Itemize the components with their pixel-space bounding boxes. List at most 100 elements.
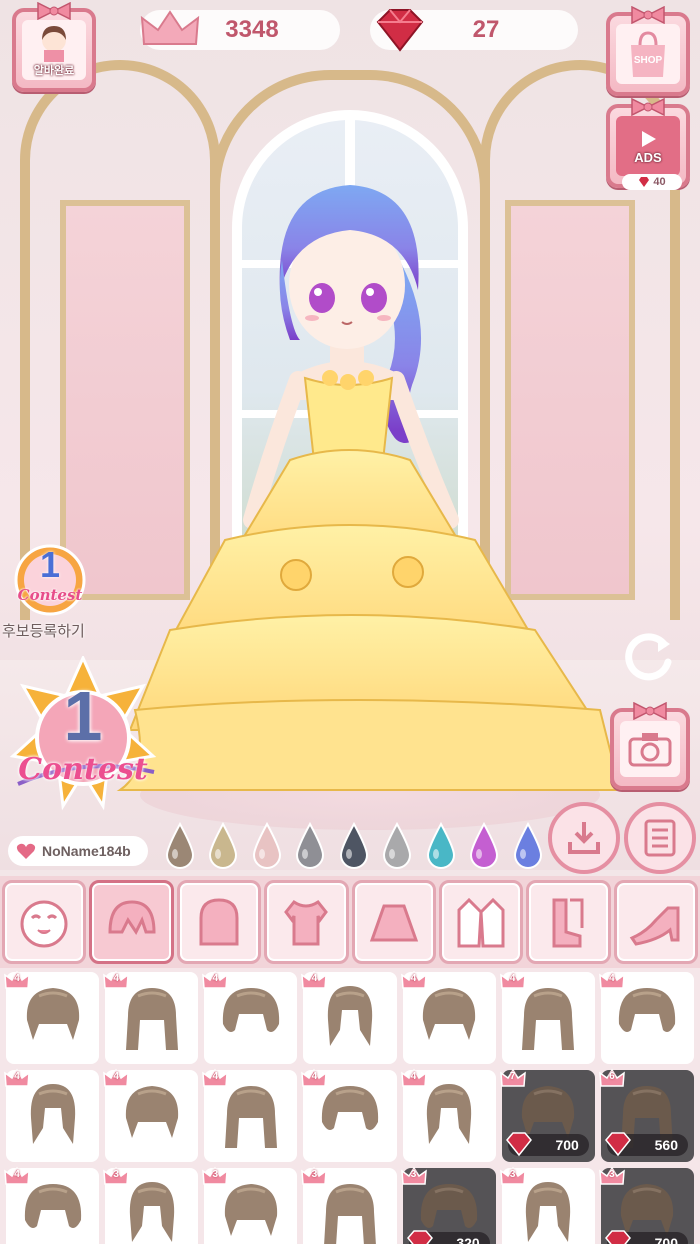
hair-item[interactable]: 4 bbox=[103, 970, 199, 1064]
ads-reward: 40 bbox=[622, 174, 682, 190]
hair-item[interactable]: 7 700 bbox=[499, 1068, 595, 1162]
tab-jacket[interactable] bbox=[438, 880, 524, 964]
camera-icon bbox=[628, 733, 672, 767]
level-badge: 3 bbox=[400, 1166, 427, 1186]
hair-item[interactable]: 3 bbox=[499, 1166, 595, 1244]
tab-socks[interactable] bbox=[526, 880, 611, 964]
level-badge: 4 bbox=[301, 1068, 328, 1088]
level-badge: 3 bbox=[103, 1166, 130, 1186]
hair-item[interactable]: 4 bbox=[202, 970, 298, 1064]
contest-main-badge[interactable]: 1 Contest bbox=[8, 654, 158, 816]
bangs-icon bbox=[108, 900, 156, 935]
watch-ads-button[interactable]: ADS 40 bbox=[606, 98, 690, 190]
bow-icon bbox=[37, 2, 71, 20]
level-number: 3 bbox=[311, 1169, 318, 1180]
camera-button[interactable] bbox=[610, 702, 690, 790]
ads-caption: ADS bbox=[634, 149, 662, 165]
profile-caption: 알바완료 bbox=[33, 65, 75, 77]
color-swatch[interactable] bbox=[376, 814, 420, 870]
level-number: 3 bbox=[410, 1169, 417, 1180]
price-tag: 560 bbox=[604, 1132, 688, 1157]
level-badge: 4 bbox=[598, 970, 625, 990]
hair-item[interactable]: 3 320 bbox=[400, 1166, 496, 1244]
level-badge: 4 bbox=[499, 970, 526, 990]
hair-item[interactable]: 3 700 bbox=[598, 1166, 694, 1244]
hair-item[interactable]: 3 bbox=[301, 1166, 397, 1244]
bow-icon bbox=[631, 98, 665, 116]
hair-style-icon bbox=[129, 1182, 174, 1242]
color-swatch[interactable] bbox=[289, 814, 333, 870]
category-tabs bbox=[0, 876, 700, 968]
reset-button[interactable] bbox=[618, 624, 682, 688]
tab-shoes[interactable] bbox=[613, 880, 698, 964]
level-number: 6 bbox=[609, 1071, 615, 1082]
gem-icon bbox=[406, 1230, 433, 1244]
color-swatch[interactable] bbox=[419, 814, 463, 870]
hair-item[interactable]: 6 560 bbox=[598, 1068, 694, 1162]
hair-item[interactable]: 3 bbox=[202, 1166, 298, 1244]
color-swatch[interactable] bbox=[245, 814, 289, 870]
level-number: 4 bbox=[14, 973, 20, 984]
level-badge: 4 bbox=[400, 970, 427, 990]
contest-register-label[interactable]: 후보등록하기 bbox=[2, 620, 85, 641]
color-swatch[interactable] bbox=[158, 814, 202, 870]
color-swatch[interactable] bbox=[463, 814, 507, 870]
girl-avatar-icon bbox=[42, 26, 66, 62]
price-amount: 560 bbox=[654, 1137, 678, 1153]
droplet-icon bbox=[383, 822, 412, 869]
download-icon bbox=[568, 822, 600, 854]
hair-item[interactable]: 4 bbox=[301, 970, 397, 1064]
hair-item[interactable]: 4 bbox=[301, 1068, 397, 1162]
player-name-tag: NoName184b bbox=[8, 836, 148, 866]
hair-item[interactable]: 4 bbox=[400, 970, 496, 1064]
hair-item[interactable]: 4 bbox=[4, 1068, 100, 1162]
contest-big-word: Contest bbox=[18, 752, 148, 787]
arched-window bbox=[232, 110, 468, 670]
price-tag: 700 bbox=[604, 1230, 688, 1244]
crown-count: 3348 bbox=[225, 16, 279, 43]
color-swatch[interactable] bbox=[506, 814, 550, 870]
color-swatch[interactable] bbox=[202, 814, 246, 870]
tab-long-hair[interactable] bbox=[176, 880, 262, 964]
gem-counter: 27 bbox=[370, 9, 578, 52]
tab-top[interactable] bbox=[264, 880, 349, 964]
hair-color-swatches bbox=[158, 814, 550, 870]
hair-item[interactable]: 4 bbox=[598, 970, 694, 1064]
level-badge: 4 bbox=[301, 970, 328, 990]
menu-button[interactable] bbox=[624, 802, 696, 874]
hair-item[interactable]: 3 bbox=[103, 1166, 199, 1244]
contest-big-rank: 1 bbox=[63, 677, 103, 755]
color-swatch[interactable] bbox=[332, 814, 376, 870]
hair-item[interactable]: 4 bbox=[4, 1166, 100, 1244]
hair-item[interactable]: 4 bbox=[400, 1068, 496, 1162]
hair-item[interactable]: 4 bbox=[202, 1068, 298, 1162]
hair-style-icon bbox=[24, 1184, 81, 1228]
socks-icon bbox=[552, 898, 584, 948]
profile-button[interactable]: 알바완료 bbox=[12, 2, 96, 92]
hair-item[interactable]: 4 bbox=[4, 970, 100, 1064]
tab-skirt[interactable] bbox=[351, 880, 436, 964]
tab-bangs[interactable] bbox=[89, 880, 174, 964]
level-badge: 3 bbox=[598, 1166, 625, 1186]
price-amount: 700 bbox=[654, 1235, 678, 1244]
hair-style-icon bbox=[321, 1086, 379, 1130]
contest-register-badge[interactable]: 1 Contest bbox=[8, 540, 92, 620]
level-number: 4 bbox=[113, 973, 119, 984]
shop-caption: SHOP bbox=[634, 55, 663, 66]
level-badge: 4 bbox=[202, 970, 229, 990]
hair-item[interactable]: 4 bbox=[499, 970, 595, 1064]
gem-icon bbox=[376, 9, 424, 52]
ads-reward-amount: 40 bbox=[653, 176, 666, 188]
level-number: 3 bbox=[509, 1169, 516, 1180]
tab-face[interactable] bbox=[2, 880, 87, 964]
crown-icon bbox=[140, 10, 200, 45]
hair-item[interactable]: 4 bbox=[103, 1068, 199, 1162]
price-tag: 320 bbox=[406, 1230, 490, 1244]
contest-small-word: Contest bbox=[17, 586, 83, 604]
bow-icon bbox=[633, 702, 667, 720]
gem-icon bbox=[604, 1132, 631, 1157]
level-number: 4 bbox=[410, 1071, 417, 1082]
save-button[interactable] bbox=[548, 802, 620, 874]
shop-button[interactable]: SHOP bbox=[606, 6, 690, 96]
hair-style-icon bbox=[324, 1184, 376, 1244]
